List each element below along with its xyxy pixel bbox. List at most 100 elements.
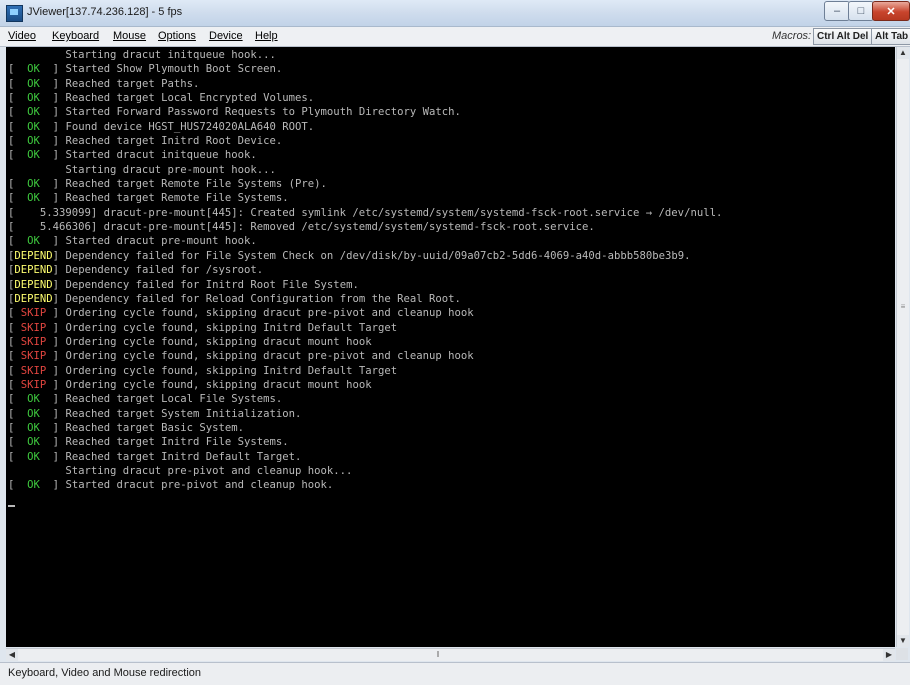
console-line: [ OK ] Reached target Remote File System… [8,192,289,205]
scrollbar-corner [896,648,908,660]
console-output: Starting dracut initqueue hook... [ OK ] … [8,48,722,493]
status-bar: Keyboard, Video and Mouse redirection [0,662,910,685]
menu-options[interactable]: Options [158,30,196,42]
console-line-text: Ordering cycle found, skipping dracut pr… [65,350,474,363]
console-line: Starting dracut pre-mount hook... [8,163,722,177]
status-badge: OK [14,192,53,205]
status-badge: OK [14,178,53,191]
console-line: Starting dracut pre-pivot and cleanup ho… [8,464,722,478]
status-badge: DEPEND [14,292,53,305]
console-line-text: Reached target Initrd Root Device. [65,135,283,148]
console-line: [ OK ] Started dracut pre-mount hook. [8,235,257,248]
console-line-text: Ordering cycle found, skipping dracut mo… [65,378,372,391]
scroll-right-arrow-icon[interactable]: ▶ [883,649,895,661]
alt-tab-button[interactable]: Alt Tab [871,28,910,45]
console-line: [ OK ] Started Forward Password Requests… [8,106,461,119]
console-line: [DEPEND] Dependency failed for Initrd Ro… [8,278,359,291]
scroll-up-arrow-icon[interactable]: ▲ [897,47,909,59]
minimize-button[interactable]: – [824,1,850,21]
console-line-text: Starting dracut initqueue hook... [8,49,276,61]
console-line-text: Reached target Initrd File Systems. [65,436,289,449]
text-cursor [8,505,15,507]
console-line-text: Ordering cycle found, skipping Initrd De… [65,321,398,334]
status-badge: OK [14,393,53,406]
status-badge: OK [14,407,53,420]
remote-console-screen[interactable]: Starting dracut initqueue hook... [ OK ] … [6,47,895,647]
menu-video[interactable]: Video [8,30,36,42]
menu-keyboard[interactable]: Keyboard [52,30,99,42]
console-line-text: Started dracut initqueue hook. [65,149,257,162]
console-line: [DEPEND] Dependency failed for /sysroot. [8,264,264,277]
status-badge: OK [14,479,53,492]
status-badge: OK [14,92,53,105]
console-line-text: Dependency failed for Reload Configurati… [65,292,461,305]
jviewer-app-icon [6,5,23,22]
console-line: [ SKIP ] Ordering cycle found, skipping … [8,364,398,377]
macros-label: Macros: [772,30,812,42]
console-line-text: Reached target Basic System. [65,421,245,434]
maximize-button[interactable]: □ [848,1,874,21]
console-line-text: Started dracut pre-mount hook. [65,235,257,248]
hscroll-grip-icon[interactable]: ‖ [433,649,443,661]
menu-help[interactable]: Help [255,30,278,42]
console-line-text: [ 5.466306] dracut-pre-mount[445]: Remov… [8,221,595,234]
status-badge: OK [14,120,53,133]
window-title-bar: JViewer[137.74.236.128] - 5 fps – □ ✕ [0,0,910,27]
console-line-text: Dependency failed for Initrd Root File S… [65,278,359,291]
console-line: [ OK ] Started dracut initqueue hook. [8,149,257,162]
status-badge: OK [14,106,53,119]
status-badge: SKIP [14,321,53,334]
console-line: [ OK ] Found device HGST_HUS724020ALA640… [8,120,315,133]
status-badge: OK [14,421,53,434]
console-line: [ OK ] Reached target Initrd File System… [8,436,289,449]
ctrl-alt-del-button[interactable]: Ctrl Alt Del [813,28,873,45]
console-line-text: Started Forward Password Requests to Ply… [65,106,461,119]
status-badge: OK [14,77,53,90]
console-line: [ SKIP ] Ordering cycle found, skipping … [8,307,474,320]
console-line: [ SKIP ] Ordering cycle found, skipping … [8,321,398,334]
console-line: [DEPEND] Dependency failed for File Syst… [8,249,691,262]
scroll-grip-icon[interactable]: ≡ [899,303,907,311]
menu-device[interactable]: Device [209,30,243,42]
console-line: [ OK ] Reached target Initrd Default Tar… [8,450,302,463]
menu-mouse[interactable]: Mouse [113,30,146,42]
console-line: [ 5.339099] dracut-pre-mount[445]: Creat… [8,206,722,220]
status-badge: DEPEND [14,249,53,262]
console-line-text: Dependency failed for File System Check … [65,249,691,262]
status-badge: DEPEND [14,278,53,291]
console-line: [ SKIP ] Ordering cycle found, skipping … [8,378,372,391]
vertical-scrollbar[interactable]: ▲ ≡ ▼ [896,47,909,647]
console-line: [ OK ] Reached target Local Encrypted Vo… [8,92,315,105]
status-badge: OK [14,235,53,248]
console-line-text: Reached target Remote File Systems. [65,192,289,205]
scroll-left-arrow-icon[interactable]: ◀ [6,649,18,661]
close-button[interactable]: ✕ [872,1,910,21]
status-badge: OK [14,63,53,76]
status-badge: SKIP [14,335,53,348]
status-badge: OK [14,450,53,463]
console-line: [ OK ] Reached target Local File Systems… [8,393,283,406]
status-badge: SKIP [14,350,53,363]
console-line-text: Started dracut pre-pivot and cleanup hoo… [65,479,334,492]
console-line: [DEPEND] Dependency failed for Reload Co… [8,292,461,305]
status-badge: OK [14,436,53,449]
console-line: [ SKIP ] Ordering cycle found, skipping … [8,335,372,348]
console-line: [ SKIP ] Ordering cycle found, skipping … [8,350,474,363]
window-title: JViewer[137.74.236.128] - 5 fps [27,6,183,18]
status-badge: SKIP [14,378,53,391]
scroll-down-arrow-icon[interactable]: ▼ [897,635,909,647]
console-line-text: Reached target System Initialization. [65,407,302,420]
console-line-text: Started Show Plymouth Boot Screen. [65,63,283,76]
console-line: Starting dracut initqueue hook... [8,48,722,62]
console-line: [ OK ] Started Show Plymouth Boot Screen… [8,63,283,76]
console-line-text: Ordering cycle found, skipping dracut pr… [65,307,474,320]
console-line-text: [ 5.339099] dracut-pre-mount[445]: Creat… [8,206,723,219]
status-text: Keyboard, Video and Mouse redirection [8,667,202,679]
console-line: [ OK ] Reached target Remote File System… [8,178,327,191]
console-line: [ OK ] Reached target Basic System. [8,421,245,434]
horizontal-scrollbar[interactable]: ◀ ‖ ▶ [6,648,895,661]
console-line-text: Starting dracut pre-mount hook... [8,163,276,176]
console-line: [ 5.466306] dracut-pre-mount[445]: Remov… [8,220,722,234]
console-line-text: Reached target Paths. [65,77,200,90]
console-line-text: Starting dracut pre-pivot and cleanup ho… [8,464,353,477]
